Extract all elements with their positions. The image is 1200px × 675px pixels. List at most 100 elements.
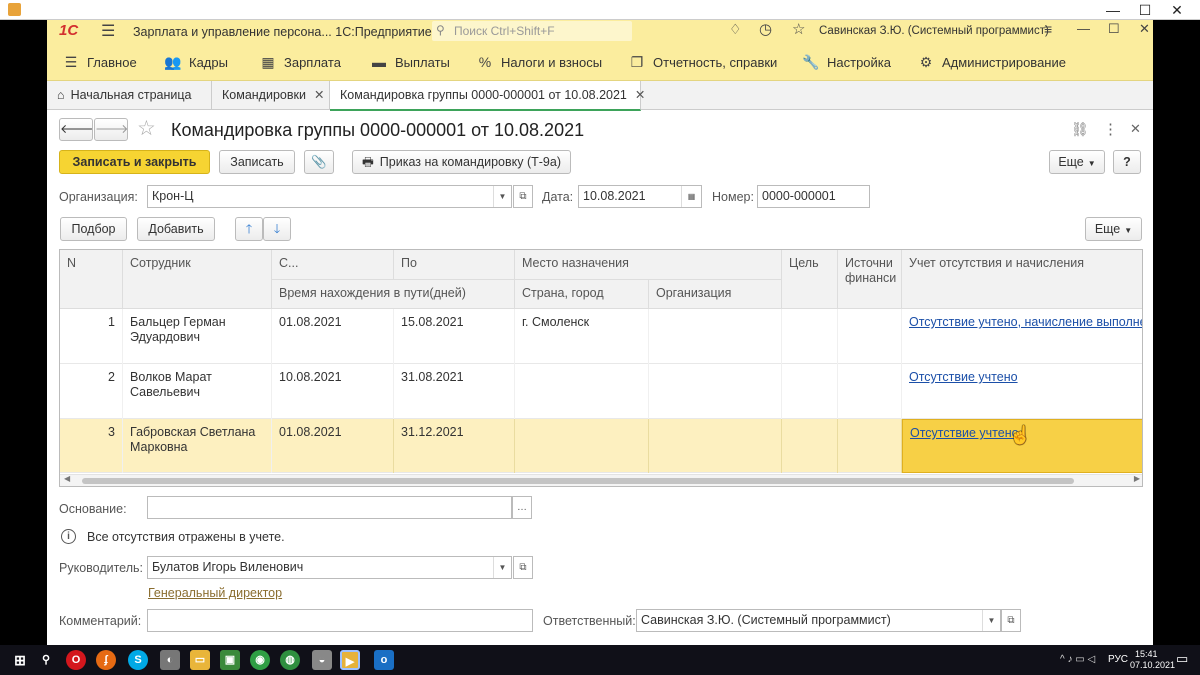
open-org-icon[interactable]: ⧉ xyxy=(513,185,533,208)
settings-menu-icon[interactable]: ≡ xyxy=(1044,21,1052,37)
scrollbar-thumb[interactable] xyxy=(82,478,1074,484)
app-icon-7[interactable]: ▣ xyxy=(220,650,240,670)
close-tab-icon[interactable]: ✕ xyxy=(635,88,645,102)
comment-label: Комментарий: xyxy=(59,614,142,628)
tray-icons[interactable]: ^ ♪ ▭ ◁ xyxy=(1060,654,1095,665)
chrome-icon[interactable]: ◉ xyxy=(250,650,270,670)
save-button[interactable]: Записать xyxy=(219,150,295,174)
opera-icon[interactable]: O xyxy=(66,650,86,670)
app-minimize-icon[interactable]: — xyxy=(1077,21,1090,36)
close-tab-icon[interactable]: ✕ xyxy=(314,88,324,102)
close-icon[interactable]: ✕ xyxy=(1162,1,1192,19)
header-absence[interactable]: Учет отсутствия и начисления xyxy=(902,250,1142,309)
tab-home[interactable]: ⌂ Начальная страница xyxy=(47,81,212,110)
absence-status-link[interactable]: Отсутствие учтено xyxy=(909,370,1018,384)
header-to[interactable]: По xyxy=(394,250,515,280)
chevron-down-icon[interactable]: ▼ xyxy=(493,186,511,207)
header-country-city[interactable]: Страна, город xyxy=(515,280,649,309)
section-reports[interactable]: ❐ Отчетность, справки xyxy=(627,43,778,81)
back-button[interactable]: 🡐 xyxy=(59,118,94,141)
table-more-button[interactable]: Еще ▼ xyxy=(1085,217,1142,241)
favorites-star-icon[interactable]: ☆ xyxy=(792,20,805,38)
header-employee[interactable]: Сотрудник xyxy=(123,250,272,309)
manager-position-link[interactable]: Генеральный директор xyxy=(148,586,282,600)
app-icon-10[interactable]: ◒ xyxy=(312,650,332,670)
header-funding[interactable]: Источни финанси xyxy=(838,250,902,309)
app-icon-5[interactable]: ◐ xyxy=(160,650,180,670)
table-row-selected[interactable]: 3 Габровская Светлана Марковна 01.08.2021… xyxy=(60,419,1142,473)
header-travel-days[interactable]: Время нахождения в пути(дней) xyxy=(272,280,515,309)
calendar-icon[interactable]: ▦ xyxy=(681,186,701,207)
absence-status-link[interactable]: Отсутствие учтено, начисление выполнено xyxy=(909,315,1142,329)
horizontal-scrollbar[interactable]: ◀ ▶ xyxy=(60,474,1142,486)
header-destination[interactable]: Место назначения xyxy=(515,250,782,280)
minimize-icon[interactable]: — xyxy=(1098,1,1128,19)
help-button[interactable]: ? xyxy=(1113,150,1141,174)
number-field[interactable]: 0000-000001 xyxy=(757,185,870,208)
scroll-right-icon[interactable]: ▶ xyxy=(1134,474,1140,483)
tab-group-trip[interactable]: Командировка группы 0000-000001 от 10.08… xyxy=(330,81,645,111)
attach-button[interactable]: 📎 xyxy=(304,150,334,174)
table-row[interactable]: 1 Бальцер Герман Эдуардович 01.08.2021 15… xyxy=(60,309,1142,364)
header-from[interactable]: С... xyxy=(272,250,394,280)
app-maximize-icon[interactable]: ☐ xyxy=(1108,21,1120,37)
file-explorer-icon[interactable]: ▭ xyxy=(190,650,210,670)
search-icon[interactable]: ⚲ xyxy=(36,650,56,670)
app-title: Зарплата и управление персона... 1С:Пред… xyxy=(133,25,432,39)
absence-status-link[interactable]: Отсутствие учтено xyxy=(910,426,1019,440)
section-payments[interactable]: ▬ Выплаты xyxy=(369,43,450,81)
skype-icon[interactable]: S xyxy=(128,650,148,670)
current-user[interactable]: Савинская З.Ю. (Системный программист) xyxy=(819,25,1049,37)
app-close-icon[interactable]: ✕ xyxy=(1139,21,1150,37)
print-order-button[interactable]: 🖶 Приказ на командировку (Т-9а) xyxy=(352,150,571,174)
bell-icon[interactable]: ♢ xyxy=(729,21,742,38)
more-button[interactable]: Еще ▼ xyxy=(1049,150,1105,174)
notifications-icon[interactable]: ▭ xyxy=(1176,651,1188,667)
table-row[interactable]: 2 Волков Марат Савельевич 10.08.2021 31.0… xyxy=(60,364,1142,419)
move-down-button[interactable]: 🡓 xyxy=(263,217,291,241)
more-vertical-icon[interactable]: ⋮ xyxy=(1103,120,1118,138)
section-settings[interactable]: 🔧 Настройка xyxy=(801,43,891,81)
comment-field[interactable] xyxy=(147,609,533,632)
section-personnel[interactable]: 👥 Кадры xyxy=(163,43,228,81)
section-salary[interactable]: ▦ Зарплата xyxy=(258,43,341,81)
menu-icon[interactable]: ☰ xyxy=(101,21,115,41)
manager-field[interactable]: Булатов Игорь Виленович ▼ xyxy=(147,556,512,579)
clock-date[interactable]: 07.10.2021 xyxy=(1130,660,1175,670)
search-box[interactable]: ⚲ Поиск Ctrl+Shift+F xyxy=(432,21,632,41)
chevron-down-icon[interactable]: ▼ xyxy=(493,557,511,578)
favorite-star-icon[interactable]: ☆ xyxy=(137,116,156,141)
move-up-button[interactable]: 🡑 xyxy=(235,217,263,241)
maximize-icon[interactable]: ☐ xyxy=(1130,1,1160,19)
header-organization[interactable]: Организация xyxy=(649,280,782,309)
section-taxes[interactable]: % Налоги и взносы xyxy=(475,43,602,81)
language-indicator[interactable]: РУС xyxy=(1108,654,1128,665)
windows-start-icon[interactable]: ⊞ xyxy=(10,650,30,670)
basis-field[interactable] xyxy=(147,496,512,519)
close-form-icon[interactable]: ✕ xyxy=(1130,121,1141,137)
open-manager-icon[interactable]: ⧉ xyxy=(513,556,533,579)
history-icon[interactable]: ◷ xyxy=(759,20,772,38)
add-button[interactable]: Добавить xyxy=(137,217,215,241)
date-field[interactable]: 10.08.2021 ▦ xyxy=(578,185,702,208)
forward-button[interactable]: 🡒 xyxy=(94,118,129,141)
app-icon-9[interactable]: ◍ xyxy=(280,650,300,670)
scroll-left-icon[interactable]: ◀ xyxy=(64,474,70,483)
header-purpose[interactable]: Цель xyxy=(782,250,838,309)
tab-trips-list[interactable]: Командировки ✕ xyxy=(212,81,330,110)
section-admin[interactable]: ⚙ Администрирование xyxy=(916,43,1066,81)
clock-time[interactable]: 15:41 xyxy=(1135,649,1158,659)
pick-button[interactable]: Подбор xyxy=(60,217,127,241)
save-and-close-button[interactable]: Записать и закрыть xyxy=(59,150,210,174)
org-field[interactable]: Крон-Ц ▼ xyxy=(147,185,512,208)
header-n[interactable]: N xyxy=(60,250,123,309)
outlook-icon[interactable]: o xyxy=(374,650,394,670)
section-main[interactable]: ☰ Главное xyxy=(61,43,137,81)
firefox-icon[interactable]: ʄ xyxy=(96,650,116,670)
app-1c-taskbar-icon[interactable]: ▶ xyxy=(340,650,360,670)
responsible-field[interactable]: Савинская З.Ю. (Системный программист) ▼ xyxy=(636,609,1001,632)
basis-select-button[interactable]: … xyxy=(512,496,532,519)
open-responsible-icon[interactable]: ⧉ xyxy=(1001,609,1021,632)
link-icon[interactable]: ⛓ xyxy=(1071,121,1089,138)
chevron-down-icon[interactable]: ▼ xyxy=(982,610,1000,631)
